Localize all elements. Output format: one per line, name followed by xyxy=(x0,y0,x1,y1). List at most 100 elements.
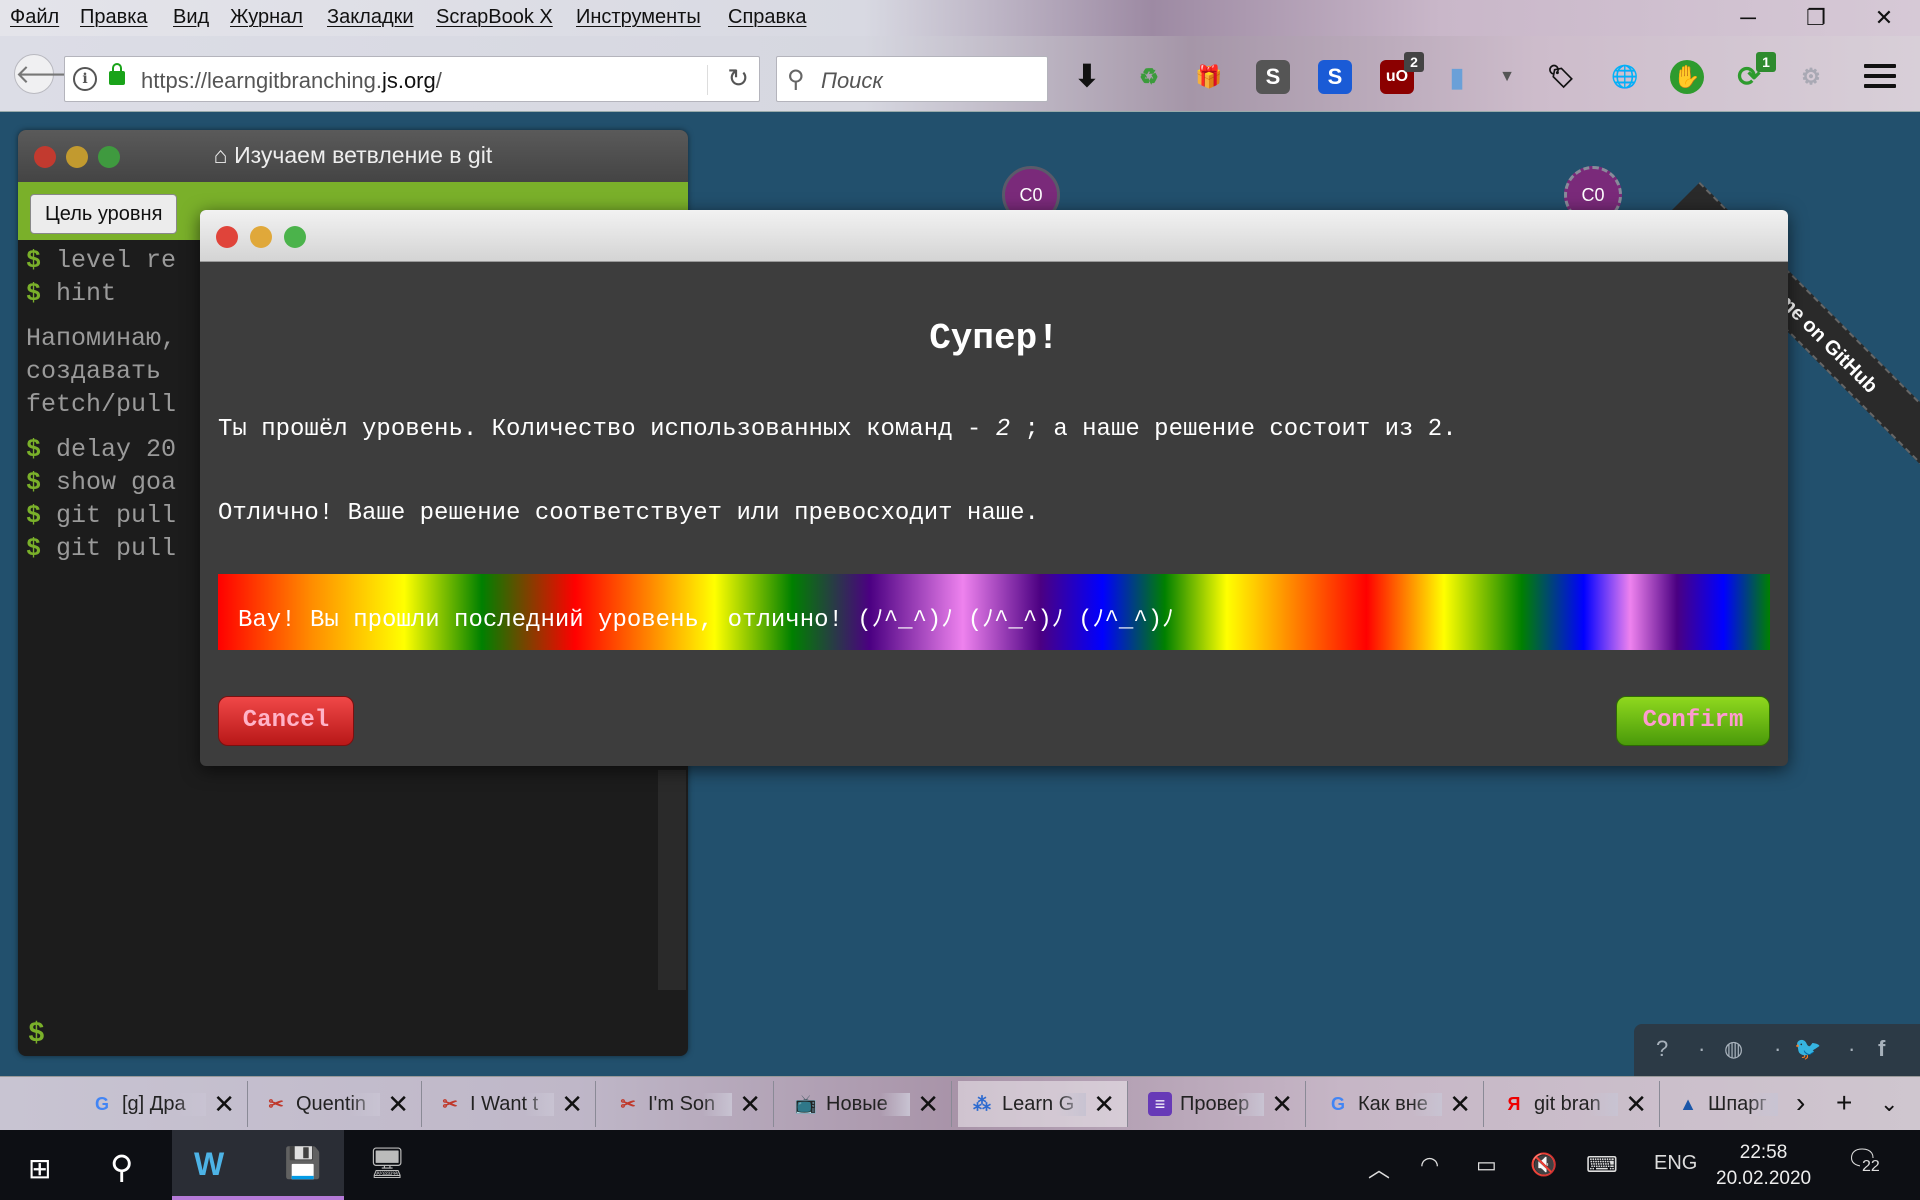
google-icon: G xyxy=(1330,1094,1345,1114)
close-icon[interactable]: ✕ xyxy=(1625,1089,1647,1120)
recycle-icon[interactable]: ♻ xyxy=(1132,60,1166,94)
tab-label: Learn G xyxy=(1002,1093,1086,1116)
taskbar-app-save[interactable]: 💾 xyxy=(258,1130,344,1200)
extension-icon[interactable]: ⚙ xyxy=(1794,60,1828,94)
close-icon[interactable]: ✕ xyxy=(1449,1089,1471,1120)
minimize-button[interactable]: ─ xyxy=(1728,4,1768,32)
level-complete-dialog: Супер! Ты прошёл уровень. Количество исп… xyxy=(200,210,1788,766)
gift-icon[interactable]: 🎁 xyxy=(1192,60,1226,94)
tab[interactable]: G Как вне ✕ xyxy=(1314,1081,1484,1127)
taskbar-browser[interactable]: W xyxy=(172,1130,258,1200)
tab-label: I'm Son xyxy=(648,1093,732,1116)
minimize-dot-icon[interactable] xyxy=(250,226,272,248)
start-button[interactable]: ⊞ xyxy=(0,1130,86,1200)
menu-file[interactable]: Файл xyxy=(10,6,59,29)
close-icon[interactable]: ✕ xyxy=(739,1089,761,1120)
info-icon[interactable]: i xyxy=(73,67,97,91)
clock[interactable]: 22:58 20.02.2020 xyxy=(1716,1140,1811,1192)
twitter-icon[interactable]: 🐦 xyxy=(1794,1036,1821,1062)
sync-icon[interactable]: ⟳ 1 xyxy=(1732,52,1776,94)
seo-s-icon[interactable]: S xyxy=(1318,60,1352,94)
menu-edit[interactable]: Правка xyxy=(80,6,148,29)
tab-label: Quentin xyxy=(296,1093,380,1116)
ublock-icon[interactable]: uO 2 xyxy=(1380,52,1424,94)
keyboard-icon[interactable]: ⌨ xyxy=(1586,1152,1618,1178)
close-icon[interactable]: ✕ xyxy=(1093,1089,1115,1120)
separator: · xyxy=(1848,1036,1856,1061)
result-text: Ты прошёл уровень. Количество использова… xyxy=(218,416,1457,443)
mute-icon[interactable]: 🔇 xyxy=(1530,1152,1557,1178)
chevron-up-icon[interactable]: ︿ xyxy=(1368,1152,1390,1184)
bookmark-tag-icon[interactable]: 🏷 xyxy=(1544,60,1578,94)
globe-icon[interactable]: ◍ xyxy=(1724,1036,1743,1062)
new-tab-icon[interactable]: + xyxy=(1836,1087,1852,1119)
search-placeholder: Поиск xyxy=(821,68,883,93)
ublock-badge: 2 xyxy=(1404,52,1424,72)
close-icon[interactable]: ✕ xyxy=(561,1089,583,1120)
url-bar[interactable]: i https://learngitbranching.js.org/ ↻ xyxy=(64,56,760,102)
separator: · xyxy=(1698,1036,1706,1061)
floppy-icon: 💾 xyxy=(284,1147,322,1180)
tab-active[interactable]: ⁂ Learn G ✕ xyxy=(958,1081,1128,1127)
menu-bookmarks[interactable]: Закладки xyxy=(327,6,414,29)
tab[interactable]: ▲ Шпарг xyxy=(1664,1081,1784,1127)
menu-view[interactable]: Вид xyxy=(173,6,209,29)
close-dot-icon[interactable] xyxy=(216,226,238,248)
terminal-scrollbar[interactable] xyxy=(658,770,686,990)
scissors-icon: ✂ xyxy=(268,1094,284,1114)
home-icon: ⌂ xyxy=(213,142,235,168)
url-text[interactable]: https://learngitbranching.js.org/ xyxy=(141,68,442,94)
search-bar[interactable]: ⚲ Поиск xyxy=(776,56,1048,102)
tab[interactable]: G [g] Дра ✕ xyxy=(78,1081,248,1127)
tab-label: Как вне xyxy=(1358,1093,1442,1116)
cancel-button[interactable]: Cancel xyxy=(218,696,354,746)
tab[interactable]: ✂ I'm Son ✕ xyxy=(604,1081,774,1127)
menu-tools[interactable]: Инструменты xyxy=(576,6,701,29)
lock-icon[interactable] xyxy=(109,63,125,85)
download-icon[interactable]: ⬇ xyxy=(1070,60,1104,94)
reload-icon[interactable]: ↻ xyxy=(727,63,749,94)
tab[interactable]: ≡ Провер ✕ xyxy=(1136,1081,1306,1127)
close-icon[interactable]: ✕ xyxy=(213,1089,235,1120)
tab-label: I Want t xyxy=(470,1093,554,1116)
close-icon[interactable]: ✕ xyxy=(917,1089,939,1120)
battery-icon[interactable]: ▭ xyxy=(1476,1152,1497,1178)
taskbar-app-computer[interactable]: 🖥 xyxy=(344,1130,430,1200)
back-button[interactable]: 🡐 xyxy=(14,54,85,94)
chevron-down-icon[interactable]: ▼ xyxy=(1490,60,1524,94)
help-question-icon[interactable]: ? xyxy=(1656,1036,1668,1062)
menu-history[interactable]: Журнал xyxy=(230,6,303,29)
language-indicator[interactable]: ENG xyxy=(1654,1152,1697,1175)
tab[interactable]: ✂ Quentin ✕ xyxy=(252,1081,422,1127)
chevron-down-icon[interactable]: ⌄ xyxy=(1880,1091,1898,1117)
restore-button[interactable]: ❐ xyxy=(1796,4,1836,32)
tab[interactable]: Яgit bran ✕ xyxy=(1490,1081,1660,1127)
maximize-dot-icon[interactable] xyxy=(284,226,306,248)
wifi-icon[interactable]: ◠ xyxy=(1420,1152,1439,1178)
chevron-right-icon[interactable]: › xyxy=(1796,1087,1805,1119)
close-icon[interactable]: ✕ xyxy=(1271,1089,1293,1120)
terminal-prompt[interactable]: $ xyxy=(28,1019,45,1050)
reader-icon[interactable]: ▮ xyxy=(1440,60,1474,94)
hand-icon[interactable]: ✋ xyxy=(1670,60,1704,94)
notification-icon[interactable]: 🗨22 xyxy=(1846,1144,1882,1176)
hamburger-menu-icon[interactable] xyxy=(1864,64,1896,90)
tv-icon: 📺 xyxy=(794,1094,818,1114)
search-button[interactable]: ⚲ xyxy=(86,1130,172,1200)
tab[interactable]: 📺 Новые ✕ xyxy=(782,1081,952,1127)
menu-scrapbook[interactable]: ScrapBook X xyxy=(436,6,553,29)
confirm-button[interactable]: Confirm xyxy=(1616,696,1770,746)
yandex-icon: Я xyxy=(1507,1094,1521,1114)
facebook-icon[interactable]: f xyxy=(1878,1036,1885,1062)
tab[interactable]: ✂ I Want t ✕ xyxy=(426,1081,596,1127)
dialog-header xyxy=(200,210,1788,262)
scrapbook-icon[interactable]: S xyxy=(1256,60,1290,94)
tab-label: Новые xyxy=(826,1093,910,1116)
dialog-title: Супер! xyxy=(929,318,1059,359)
date: 20.02.2020 xyxy=(1716,1168,1812,1189)
menu-help[interactable]: Справка xyxy=(728,6,806,29)
close-window-button[interactable]: ✕ xyxy=(1864,4,1904,32)
level-goal-button[interactable]: Цель уровня xyxy=(30,194,178,234)
globe-icon[interactable]: 🌐 xyxy=(1608,60,1642,94)
close-icon[interactable]: ✕ xyxy=(387,1089,409,1120)
